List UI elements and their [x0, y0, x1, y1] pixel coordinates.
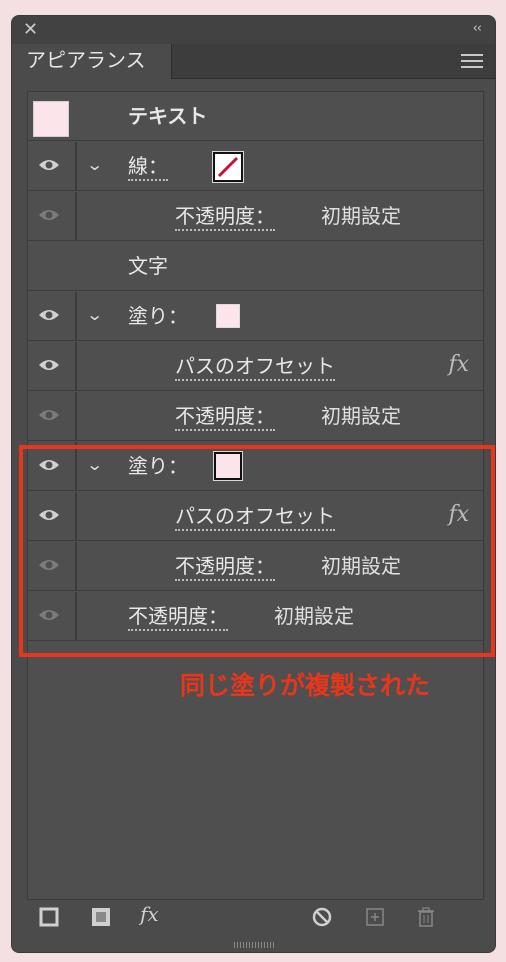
opacity-value: 初期設定 — [274, 604, 354, 628]
row-fill-1-opacity[interactable]: 不透明度： 初期設定 — [28, 392, 483, 441]
panel-titlebar: ✕ ‹‹ — [12, 16, 495, 44]
opacity-label[interactable]: 不透明度： — [175, 403, 275, 431]
separator — [75, 142, 77, 190]
duplicate-item-icon[interactable] — [364, 906, 386, 928]
chevron-down-icon[interactable]: ⌄ — [86, 455, 103, 474]
appearance-list: テキスト ⌄ 線： 不透明度： 初期設定 文字 ⌄ 塗り： パスのオフセット f… — [27, 91, 484, 900]
fill-label[interactable]: 塗り： — [128, 453, 188, 479]
separator — [75, 592, 77, 640]
fx-icon: fx — [448, 352, 469, 377]
clear-appearance-icon[interactable] — [311, 906, 333, 928]
add-new-fill-icon[interactable] — [90, 906, 112, 928]
separator — [75, 192, 77, 240]
tab-appearance[interactable]: アピアランス — [12, 44, 172, 79]
separator — [75, 292, 77, 340]
appearance-panel: ✕ ‹‹ アピアランス テキスト ⌄ 線： 不透明度： 初期設定 文字 ⌄ 塗り… — [12, 16, 495, 952]
row-fill-2[interactable]: ⌄ 塗り： — [28, 442, 483, 491]
opacity-value: 初期設定 — [321, 404, 401, 428]
stroke-label[interactable]: 線： — [128, 153, 168, 181]
panel-bottom-toolbar: fx — [12, 900, 495, 938]
eye-icon[interactable] — [38, 608, 60, 622]
collapse-icon[interactable]: ‹‹ — [473, 21, 482, 36]
eye-icon[interactable] — [38, 308, 60, 322]
row-fill-2-opacity[interactable]: 不透明度： 初期設定 — [28, 542, 483, 591]
row-fill-2-offset[interactable]: パスのオフセット fx — [28, 492, 483, 541]
separator — [75, 392, 77, 440]
no-stroke-icon — [217, 156, 239, 178]
separator — [75, 492, 77, 540]
opacity-label[interactable]: 不透明度： — [175, 553, 275, 581]
text-thumbnail — [33, 101, 69, 137]
offset-path-label[interactable]: パスのオフセット — [175, 353, 335, 381]
eye-icon[interactable] — [38, 508, 60, 522]
tab-strip: アピアランス — [12, 44, 495, 79]
opacity-label[interactable]: 不透明度： — [175, 203, 275, 231]
opacity-label[interactable]: 不透明度： — [128, 603, 228, 631]
eye-icon[interactable] — [38, 158, 60, 172]
row-fill-1-offset[interactable]: パスのオフセット fx — [28, 342, 483, 391]
panel-menu-icon[interactable] — [461, 54, 483, 68]
fill-label[interactable]: 塗り： — [128, 303, 188, 329]
resize-grip[interactable] — [234, 942, 274, 948]
opacity-value: 初期設定 — [321, 554, 401, 578]
fx-icon: fx — [448, 502, 469, 527]
eye-icon[interactable] — [38, 408, 60, 422]
add-effect-icon[interactable]: fx — [140, 902, 162, 926]
characters-label: 文字 — [128, 254, 168, 278]
row-characters[interactable]: 文字 — [28, 242, 483, 291]
separator — [75, 442, 77, 490]
row-stroke-opacity[interactable]: 不透明度： 初期設定 — [28, 192, 483, 241]
close-icon[interactable]: ✕ — [23, 20, 38, 40]
chevron-down-icon[interactable]: ⌄ — [86, 305, 103, 324]
trash-icon[interactable] — [415, 906, 437, 928]
text-label: テキスト — [128, 104, 208, 128]
stroke-swatch[interactable] — [212, 151, 244, 183]
separator — [75, 542, 77, 590]
eye-icon[interactable] — [38, 208, 60, 222]
separator — [75, 342, 77, 390]
fill-swatch[interactable] — [213, 451, 243, 481]
add-new-stroke-icon[interactable] — [38, 906, 60, 928]
opacity-value: 初期設定 — [321, 204, 401, 228]
chevron-down-icon[interactable]: ⌄ — [86, 155, 103, 174]
eye-icon[interactable] — [38, 458, 60, 472]
offset-path-label[interactable]: パスのオフセット — [175, 503, 335, 531]
eye-icon[interactable] — [38, 358, 60, 372]
annotation-text: 同じ塗りが複製された — [180, 671, 431, 700]
row-opacity[interactable]: 不透明度： 初期設定 — [28, 592, 483, 641]
row-fill-1[interactable]: ⌄ 塗り： — [28, 292, 483, 341]
row-stroke[interactable]: ⌄ 線： — [28, 142, 483, 191]
row-text[interactable]: テキスト — [28, 92, 483, 141]
fill-swatch[interactable] — [216, 304, 240, 328]
eye-icon[interactable] — [38, 558, 60, 572]
